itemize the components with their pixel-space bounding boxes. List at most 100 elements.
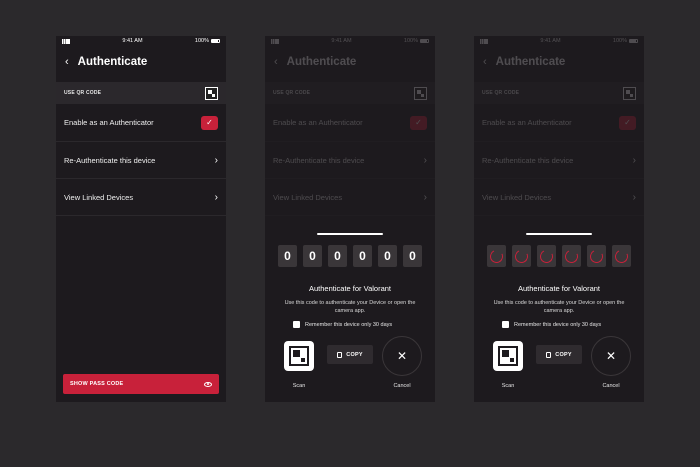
sheet-handle[interactable] bbox=[317, 233, 383, 235]
back-chevron-icon: ‹ bbox=[483, 56, 487, 68]
enable-authenticator-toggle: ✓ bbox=[410, 115, 427, 130]
cancel-label: Cancel bbox=[602, 383, 620, 389]
nav-bar: ‹ Authenticate bbox=[474, 46, 644, 78]
back-chevron-icon[interactable]: ‹ bbox=[65, 56, 69, 68]
cancel-button[interactable]: ✕ bbox=[591, 336, 631, 376]
view-linked-devices-label: View Linked Devices bbox=[64, 192, 134, 202]
qr-code-icon bbox=[623, 86, 636, 100]
copy-label: COPY bbox=[346, 351, 363, 358]
reauthenticate-label: Re-Authenticate this device bbox=[482, 155, 574, 165]
status-bar: 9:41 AM 100% bbox=[474, 36, 644, 46]
check-icon: ✓ bbox=[415, 118, 422, 127]
qr-code-icon bbox=[498, 346, 518, 366]
copy-icon bbox=[546, 351, 552, 358]
loading-spinner-icon bbox=[512, 245, 531, 267]
show-pass-code-label: SHOW PASS CODE bbox=[70, 381, 124, 387]
phone-screen-code: 9:41 AM 100% ‹ Authenticate USE QR CODE … bbox=[265, 36, 435, 402]
scan-label: Scan bbox=[501, 383, 515, 389]
authenticate-sheet: Authenticate for Valorant Use this code … bbox=[474, 233, 644, 402]
signal-icon bbox=[480, 38, 488, 44]
copy-button[interactable]: COPY bbox=[327, 345, 373, 364]
qr-code-icon bbox=[289, 346, 309, 366]
use-qr-code-label: USE QR CODE bbox=[64, 90, 102, 96]
show-pass-code-button[interactable]: SHOW PASS CODE bbox=[63, 374, 219, 394]
sheet-title: Authenticate for Valorant bbox=[518, 284, 600, 293]
view-linked-devices-row[interactable]: View Linked Devices › bbox=[56, 179, 226, 216]
remember-device-checkbox[interactable]: Remember this device only 30 days bbox=[293, 321, 392, 328]
sheet-handle[interactable] bbox=[526, 233, 592, 235]
cancel-button[interactable]: ✕ bbox=[382, 336, 422, 376]
chevron-right-icon: › bbox=[632, 191, 636, 203]
remember-device-label: Remember this device only 30 days bbox=[305, 321, 393, 328]
remember-device-label: Remember this device only 30 days bbox=[514, 321, 602, 328]
battery-icon bbox=[210, 38, 220, 44]
enable-authenticator-toggle[interactable]: ✓ bbox=[201, 115, 218, 130]
nav-bar: ‹ Authenticate bbox=[265, 46, 435, 78]
loading-spinner-icon bbox=[487, 245, 506, 267]
authenticate-sheet: 0 0 0 0 0 0 Authenticate for Valorant Us… bbox=[265, 233, 435, 402]
view-linked-devices-label: View Linked Devices bbox=[482, 192, 552, 202]
use-qr-code-row: USE QR CODE bbox=[265, 82, 435, 104]
enable-authenticator-row: Enable as an Authenticator ✓ bbox=[474, 104, 644, 142]
reauthenticate-row: Re-Authenticate this device › bbox=[474, 142, 644, 179]
qr-code-icon bbox=[414, 86, 427, 100]
pass-code-digit: 0 bbox=[353, 245, 372, 267]
enable-authenticator-label: Enable as an Authenticator bbox=[64, 118, 154, 127]
check-icon: ✓ bbox=[206, 118, 213, 127]
chevron-right-icon: › bbox=[423, 154, 427, 166]
reauthenticate-row: Re-Authenticate this device › bbox=[265, 142, 435, 179]
dimmed-background: 9:41 AM 100% ‹ Authenticate USE QR CODE … bbox=[474, 36, 644, 216]
enable-authenticator-row[interactable]: Enable as an Authenticator ✓ bbox=[56, 104, 226, 142]
chevron-right-icon: › bbox=[214, 191, 218, 203]
scan-button[interactable] bbox=[493, 341, 523, 371]
scan-label: Scan bbox=[292, 383, 306, 389]
enable-authenticator-label: Enable as an Authenticator bbox=[273, 118, 363, 127]
sheet-description: Use this code to authenticate your Devic… bbox=[284, 300, 416, 314]
pass-code-digit: 0 bbox=[378, 245, 397, 267]
page-title: Authenticate bbox=[495, 56, 566, 68]
loading-spinner-icon bbox=[562, 245, 581, 267]
chevron-right-icon: › bbox=[423, 191, 427, 203]
eye-icon bbox=[204, 381, 212, 387]
use-qr-code-row[interactable]: USE QR CODE bbox=[56, 82, 226, 104]
pass-code-digit: 0 bbox=[328, 245, 347, 267]
status-time: 9:41 AM bbox=[122, 38, 143, 44]
checkbox-icon[interactable] bbox=[502, 321, 509, 328]
view-linked-devices-row: View Linked Devices › bbox=[265, 179, 435, 216]
copy-label: COPY bbox=[555, 351, 572, 358]
page-title: Authenticate bbox=[77, 56, 148, 68]
enable-authenticator-row: Enable as an Authenticator ✓ bbox=[265, 104, 435, 142]
enable-authenticator-toggle: ✓ bbox=[619, 115, 636, 130]
copy-button[interactable]: COPY bbox=[536, 345, 582, 364]
pass-code-loading bbox=[487, 245, 631, 267]
use-qr-code-row: USE QR CODE bbox=[474, 82, 644, 104]
copy-icon bbox=[337, 351, 343, 358]
use-qr-code-label: USE QR CODE bbox=[482, 90, 520, 96]
signal-icon bbox=[62, 38, 70, 44]
use-qr-code-label: USE QR CODE bbox=[273, 90, 311, 96]
scan-button[interactable] bbox=[284, 341, 314, 371]
battery-percent: 100% bbox=[403, 38, 418, 44]
remember-device-checkbox[interactable]: Remember this device only 30 days bbox=[502, 321, 601, 328]
battery-icon bbox=[628, 38, 638, 44]
phone-screen-loading: 9:41 AM 100% ‹ Authenticate USE QR CODE … bbox=[474, 36, 644, 402]
sheet-title: Authenticate for Valorant bbox=[309, 284, 391, 293]
close-icon: ✕ bbox=[605, 349, 617, 363]
battery-icon bbox=[419, 38, 429, 44]
page-title: Authenticate bbox=[286, 56, 357, 68]
reauthenticate-label: Re-Authenticate this device bbox=[64, 155, 156, 165]
dimmed-background: 9:41 AM 100% ‹ Authenticate USE QR CODE … bbox=[265, 36, 435, 216]
loading-spinner-icon bbox=[537, 245, 556, 267]
chevron-right-icon: › bbox=[632, 154, 636, 166]
enable-authenticator-label: Enable as an Authenticator bbox=[482, 118, 572, 127]
back-chevron-icon: ‹ bbox=[274, 56, 278, 68]
reauthenticate-row[interactable]: Re-Authenticate this device › bbox=[56, 142, 226, 179]
status-time: 9:41 AM bbox=[331, 38, 352, 44]
status-bar: 9:41 AM 100% bbox=[56, 36, 226, 46]
sheet-description: Use this code to authenticate your Devic… bbox=[493, 300, 625, 314]
loading-spinner-icon bbox=[612, 245, 631, 267]
loading-spinner-icon bbox=[587, 245, 606, 267]
battery-percent: 100% bbox=[194, 38, 209, 44]
qr-code-icon[interactable] bbox=[205, 86, 218, 100]
checkbox-icon[interactable] bbox=[293, 321, 300, 328]
